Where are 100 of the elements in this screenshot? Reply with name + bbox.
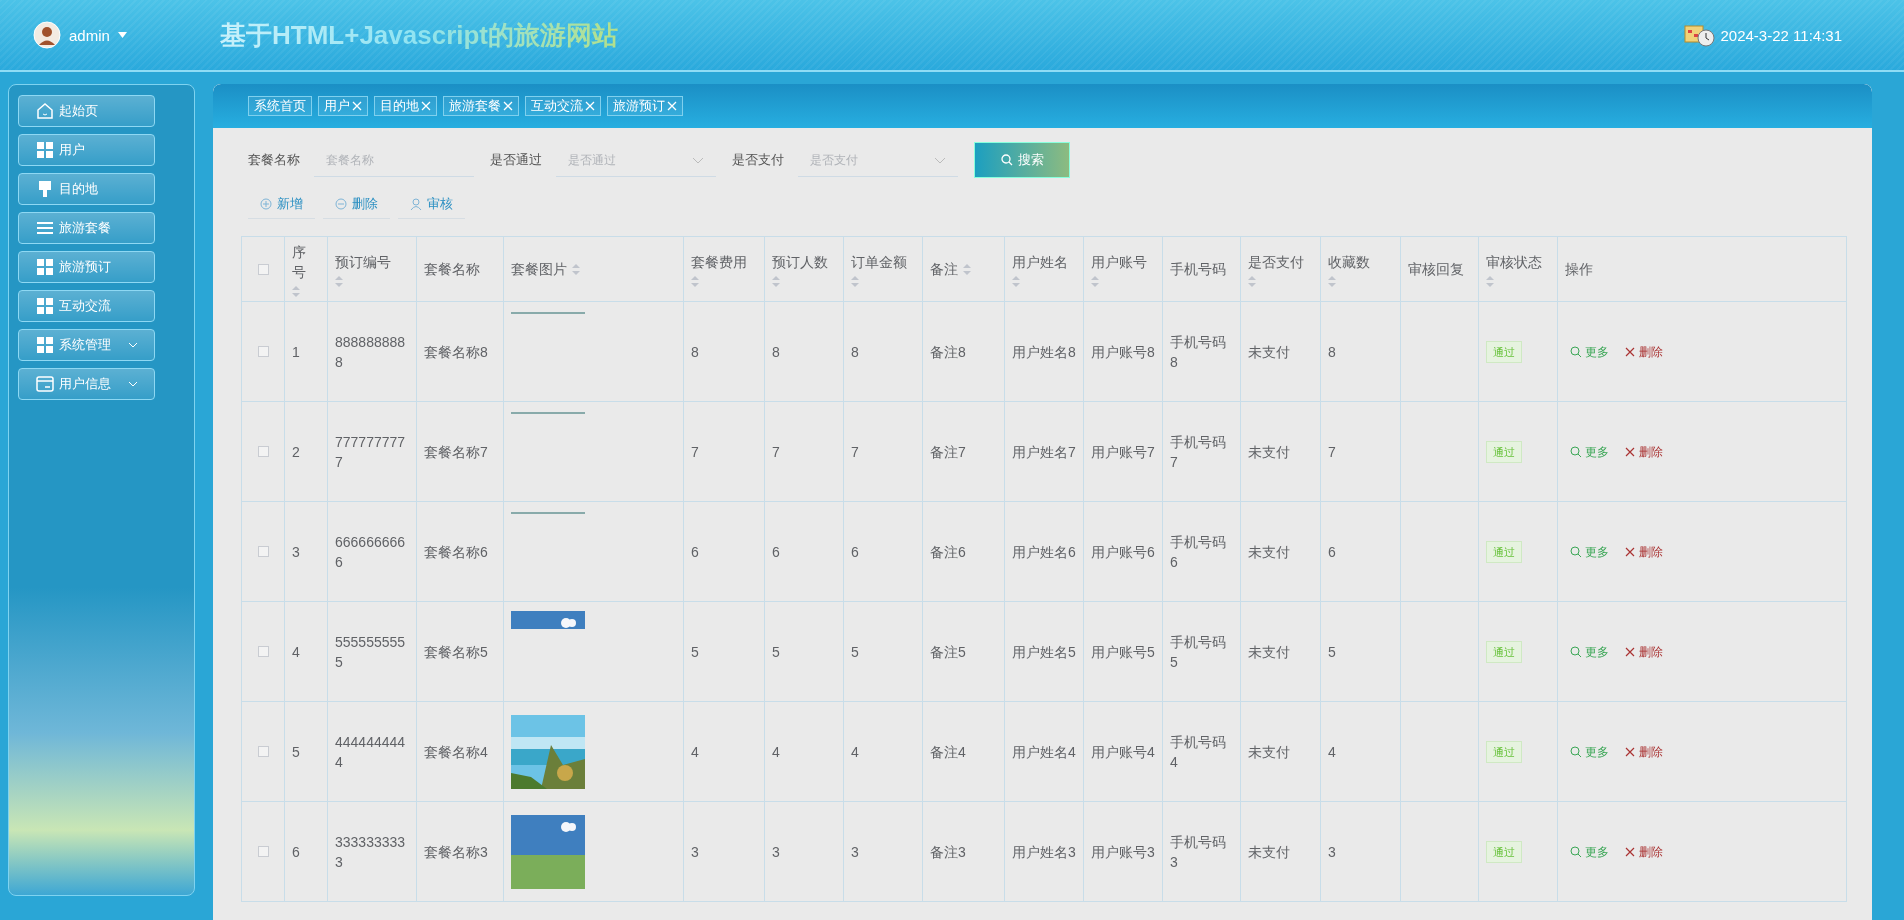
table-cell-text: 5 xyxy=(292,742,301,762)
table-cell: 5 xyxy=(1328,643,1336,660)
minus-icon xyxy=(335,197,347,210)
sidebar-item[interactable]: 用户 xyxy=(18,134,155,166)
sort-icon[interactable] xyxy=(572,263,580,275)
delete-link[interactable]: 删除 xyxy=(1625,741,1663,762)
more-link[interactable]: 更多 xyxy=(1570,741,1609,762)
table-cell: 未支付 xyxy=(1248,343,1290,360)
table-cell-text: 2 xyxy=(292,442,301,462)
sort-icon[interactable] xyxy=(1091,275,1099,287)
close-icon[interactable] xyxy=(503,101,513,111)
sort-icon[interactable] xyxy=(772,275,780,287)
checkbox[interactable] xyxy=(257,263,269,275)
sort-icon[interactable] xyxy=(851,275,859,287)
delete-link[interactable]: 删除 xyxy=(1625,641,1663,662)
table-cell: 8 xyxy=(1328,343,1336,360)
tab[interactable]: 系统首页 xyxy=(248,96,312,116)
sidebar-item[interactable]: 旅游套餐 xyxy=(18,212,155,244)
close-icon[interactable] xyxy=(667,101,677,111)
caret-icon[interactable] xyxy=(117,32,127,38)
delete-link[interactable]: 删除 xyxy=(1625,841,1663,862)
more-link[interactable]: 更多 xyxy=(1570,441,1609,462)
table-cell: 手机号码8 xyxy=(1170,333,1226,370)
table-cell-text: 套餐名称7 xyxy=(424,442,489,462)
sort-icon[interactable] xyxy=(335,275,343,287)
toolbar-button[interactable]: 新增 xyxy=(248,189,315,219)
table-cell: 3 xyxy=(691,843,699,860)
sort-icon[interactable] xyxy=(691,275,699,287)
table-cell: 5 xyxy=(691,643,699,660)
table-cell: 手机号码3 xyxy=(1170,833,1226,870)
sort-icon[interactable] xyxy=(292,285,300,297)
table-cell: 4 xyxy=(772,743,780,760)
sort-icon[interactable] xyxy=(963,263,971,275)
table-cell: 8 xyxy=(772,343,780,360)
username[interactable]: admin xyxy=(69,26,110,44)
toolbar-button[interactable]: 审核 xyxy=(398,189,465,219)
close-icon xyxy=(1625,846,1635,857)
table-cell: 6 xyxy=(1328,543,1336,560)
close-icon xyxy=(1625,346,1635,357)
sidebar-item[interactable]: 互动交流 xyxy=(18,290,155,322)
delete-link[interactable]: 删除 xyxy=(1625,341,1663,362)
sidebar-item[interactable]: 目的地 xyxy=(18,173,155,205)
grid-icon xyxy=(36,141,54,159)
column-header: 用户账号 xyxy=(1091,253,1147,270)
chevron-icon xyxy=(692,157,704,164)
status-badge: 通过 xyxy=(1486,640,1522,663)
more-link[interactable]: 更多 xyxy=(1570,641,1609,662)
field-label: 是否通过 xyxy=(490,151,542,169)
table-cell: 7 xyxy=(772,443,780,460)
grid-icon xyxy=(36,258,54,276)
avatar-icon[interactable] xyxy=(33,21,61,49)
close-icon xyxy=(1625,446,1635,457)
more-link[interactable]: 更多 xyxy=(1570,841,1609,862)
checkbox[interactable] xyxy=(257,846,269,857)
checkbox[interactable] xyxy=(257,646,269,657)
tab[interactable]: 旅游预订 xyxy=(607,96,683,116)
delete-link[interactable]: 删除 xyxy=(1625,441,1663,462)
sort-icon[interactable] xyxy=(1012,275,1020,287)
table-cell-text: 3333333333 xyxy=(335,832,407,872)
tab[interactable]: 旅游套餐 xyxy=(443,96,519,116)
sidebar-item[interactable]: 系统管理 xyxy=(18,329,155,361)
sidebar-item[interactable]: 用户信息 xyxy=(18,368,155,400)
checkbox[interactable] xyxy=(257,546,269,557)
delete-link[interactable]: 删除 xyxy=(1625,541,1663,562)
more-link[interactable]: 更多 xyxy=(1570,341,1609,362)
table-cell: 5 xyxy=(851,643,859,660)
search-button[interactable]: 搜索 xyxy=(974,142,1070,178)
table-cell-text: 套餐名称5 xyxy=(424,642,489,662)
table-cell: 8 xyxy=(851,343,859,360)
table-cell: 手机号码4 xyxy=(1170,733,1226,770)
close-icon[interactable] xyxy=(585,101,595,111)
chevron-icon xyxy=(934,157,946,164)
column-header: 预订人数 xyxy=(772,253,828,270)
search-icon xyxy=(1570,446,1581,457)
tab[interactable]: 目的地 xyxy=(374,96,437,116)
grid-icon xyxy=(36,336,54,354)
close-icon[interactable] xyxy=(352,101,362,111)
column-header: 备注 xyxy=(930,260,958,279)
sidebar-item[interactable]: 起始页 xyxy=(18,95,155,127)
close-icon[interactable] xyxy=(421,101,431,111)
plus-icon xyxy=(260,197,272,210)
table-cell: 用户姓名5 xyxy=(1012,643,1076,660)
sort-icon[interactable] xyxy=(1486,275,1494,287)
toolbar-button[interactable]: 删除 xyxy=(323,189,390,219)
checkbox[interactable] xyxy=(257,446,269,457)
sort-icon[interactable] xyxy=(1248,275,1256,287)
search-icon xyxy=(1570,346,1581,357)
checkbox[interactable] xyxy=(257,346,269,357)
tab[interactable]: 互动交流 xyxy=(525,96,601,116)
table-cell: 8 xyxy=(691,343,699,360)
table-cell: 手机号码5 xyxy=(1170,633,1226,670)
more-link[interactable]: 更多 xyxy=(1570,541,1609,562)
sidebar-item[interactable]: 旅游预订 xyxy=(18,251,155,283)
table-cell: 5 xyxy=(772,643,780,660)
column-header: 审核状态 xyxy=(1486,253,1542,270)
checkbox[interactable] xyxy=(257,746,269,757)
tab[interactable]: 用户 xyxy=(318,96,368,116)
column-header: 预订编号 xyxy=(335,253,391,270)
table-cell: 用户账号3 xyxy=(1091,843,1155,860)
sort-icon[interactable] xyxy=(1328,275,1336,287)
